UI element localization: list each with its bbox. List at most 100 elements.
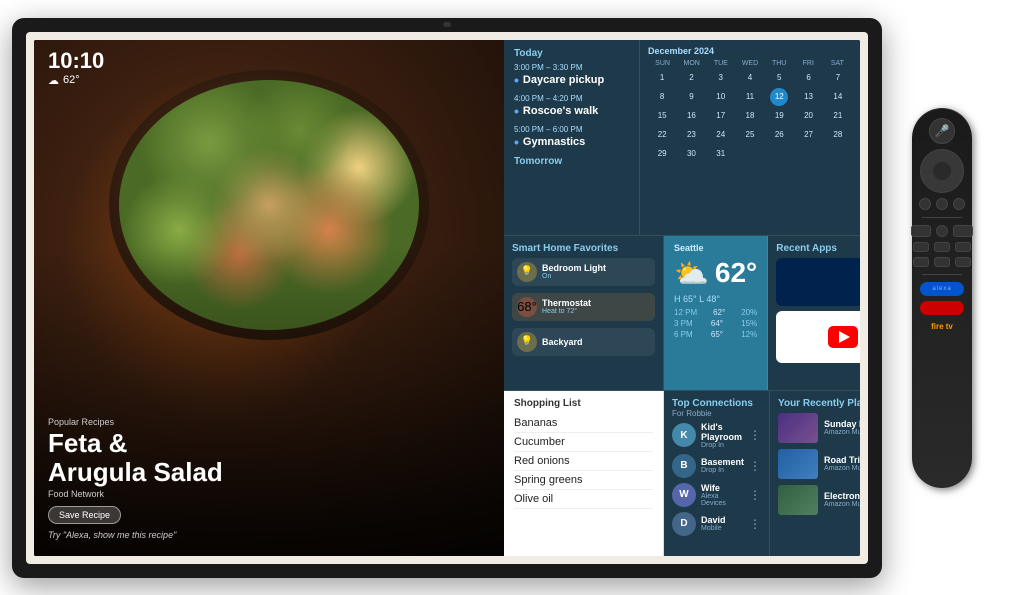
cal-day-29[interactable]: 29 <box>653 145 671 163</box>
remote-play-button[interactable] <box>936 225 948 237</box>
remote-netflix-button[interactable] <box>920 301 964 315</box>
cal-day-20[interactable]: 20 <box>800 107 818 125</box>
remote-mute-button[interactable] <box>934 242 950 252</box>
backyard-info: Backyard <box>542 337 650 347</box>
cal-day-12[interactable]: 12 <box>770 88 788 106</box>
conn-more-4: ⋮ <box>749 517 761 531</box>
remote-vol-up-button[interactable] <box>913 242 929 252</box>
conn-avatar-1: K <box>672 423 696 447</box>
cal-day-19[interactable]: 19 <box>770 107 788 125</box>
recently-played-label: Your Recently Played <box>778 398 860 409</box>
cal-day-18[interactable]: 18 <box>741 107 759 125</box>
remote-ffwd-button[interactable] <box>953 225 973 237</box>
remote-nav-ring[interactable] <box>920 149 964 193</box>
remote-vol-down-button[interactable] <box>913 257 929 267</box>
cal-day-26[interactable]: 26 <box>770 126 788 144</box>
remote-ch-down-button[interactable] <box>955 257 971 267</box>
conn-avatar-2: B <box>672 454 696 478</box>
conn-avatar-3: W <box>672 483 696 507</box>
smart-item-light[interactable]: 💡 Bedroom Light On <box>512 258 655 286</box>
remote-input-button[interactable] <box>934 257 950 267</box>
remote-menu-button[interactable] <box>936 198 948 210</box>
smart-home-section: Smart Home Favorites 💡 Bedroom Light On … <box>504 236 664 390</box>
remote-divider-2 <box>922 274 962 275</box>
weather-high: H 65° <box>674 294 697 304</box>
cal-day-31[interactable]: 31 <box>712 145 730 163</box>
cal-day-2[interactable]: 2 <box>682 69 700 87</box>
cal-day-10[interactable]: 10 <box>712 88 730 106</box>
cal-day-6[interactable]: 6 <box>800 69 818 87</box>
conn-info-3: Wife Alexa Devices <box>701 483 744 507</box>
remote-ch-up-button[interactable] <box>955 242 971 252</box>
remote-alexa-label: alexa <box>932 286 951 292</box>
smart-item-thermostat[interactable]: 68° Thermostat Heat to 72° <box>512 293 655 321</box>
cal-day-27[interactable]: 27 <box>800 126 818 144</box>
calendar-month: December 2024 <box>648 46 714 56</box>
connection-item-4[interactable]: D David Mobile ⋮ <box>672 512 761 536</box>
cal-thu: THU <box>765 60 794 67</box>
conn-status-4: Mobile <box>701 525 744 532</box>
right-panel: Today 3:00 PM – 3:30 PM Daycare pickup 4… <box>504 40 860 556</box>
play-info-1: Sunday Morning Soul Amazon Music <box>824 419 860 436</box>
tv-inner: 10:10 ☁ 62° Popular Recipes Feta & Arugu… <box>26 32 868 564</box>
today-label: Today <box>514 48 629 59</box>
play-item-1[interactable]: Sunday Morning Soul Amazon Music <box>778 413 860 443</box>
connection-item-3[interactable]: W Wife Alexa Devices ⋮ <box>672 483 761 507</box>
thermostat-status: Heat to 72° <box>542 308 650 315</box>
cal-day-8[interactable]: 8 <box>653 88 671 106</box>
schedule-time-2: 4:00 PM – 4:20 PM <box>514 94 629 103</box>
smart-item-backyard[interactable]: 💡 Backyard <box>512 328 655 356</box>
cal-day-7[interactable]: 7 <box>829 69 847 87</box>
shopping-item-5: Olive oil <box>514 490 653 509</box>
cal-day-21[interactable]: 21 <box>829 107 847 125</box>
light-icon: 💡 <box>517 262 537 282</box>
remote-nav-center[interactable] <box>933 162 951 180</box>
weather-widget: Seattle ⛅ 62° H 65° L 48° <box>664 236 768 390</box>
play-thumb-3 <box>778 485 818 515</box>
schedule-event-2: Roscoe's walk <box>514 103 629 119</box>
conn-info-1: Kid's Playroom Drop In <box>701 422 744 449</box>
remote-mic-button[interactable]: 🎤 <box>929 118 955 144</box>
cal-day-11[interactable]: 11 <box>741 88 759 106</box>
play-item-2[interactable]: Road Trip: Jazz Amazon Music <box>778 449 860 479</box>
cal-day-30[interactable]: 30 <box>682 145 700 163</box>
schedule-event-3: Gymnastics <box>514 134 629 150</box>
connection-item-1[interactable]: K Kid's Playroom Drop In ⋮ <box>672 422 761 449</box>
cal-day-24[interactable]: 24 <box>712 126 730 144</box>
cal-day-3[interactable]: 3 <box>712 69 730 87</box>
recent-apps-label: Recent Apps <box>776 243 860 254</box>
connections-for-label: For Robbie <box>672 409 761 418</box>
prime-video-tile[interactable]: prime video ~ <box>776 258 860 306</box>
cal-day-25[interactable]: 25 <box>741 126 759 144</box>
today-section: Today 3:00 PM – 3:30 PM Daycare pickup 4… <box>504 40 640 235</box>
cal-day-28[interactable]: 28 <box>829 126 847 144</box>
remote-alexa-button[interactable]: alexa <box>920 282 964 296</box>
cal-day-4[interactable]: 4 <box>741 69 759 87</box>
cal-day-5[interactable]: 5 <box>770 69 788 87</box>
remote-btn-row-2 <box>911 225 973 237</box>
play-item-3[interactable]: Electronic For Work Amazon Music <box>778 485 860 515</box>
cal-day-17[interactable]: 17 <box>712 107 730 125</box>
cal-day-23[interactable]: 23 <box>682 126 700 144</box>
cal-day-15[interactable]: 15 <box>653 107 671 125</box>
cal-day-16[interactable]: 16 <box>682 107 700 125</box>
cal-day-1[interactable]: 1 <box>653 69 671 87</box>
cal-day-13[interactable]: 13 <box>800 88 818 106</box>
light-info: Bedroom Light On <box>542 263 650 280</box>
play-thumb-2 <box>778 449 818 479</box>
cal-sat: SAT <box>823 60 852 67</box>
recipe-source: Food Network <box>48 489 490 499</box>
youtube-tile[interactable]: YouTube <box>776 311 860 363</box>
cal-day-22[interactable]: 22 <box>653 126 671 144</box>
remote-rewind-button[interactable] <box>911 225 931 237</box>
remote-home-button[interactable] <box>919 198 931 210</box>
cal-day-14[interactable]: 14 <box>829 88 847 106</box>
remote-back-button[interactable] <box>953 198 965 210</box>
conn-more-3: ⋮ <box>749 488 761 502</box>
schedule-time-1: 3:00 PM – 3:30 PM <box>514 63 629 72</box>
save-recipe-button[interactable]: Save Recipe <box>48 506 121 524</box>
schedule-event-1: Daycare pickup <box>514 72 629 88</box>
cal-day-9[interactable]: 9 <box>682 88 700 106</box>
conn-status-3: Alexa Devices <box>701 493 744 507</box>
connection-item-2[interactable]: B Basement Drop In ⋮ <box>672 454 761 478</box>
